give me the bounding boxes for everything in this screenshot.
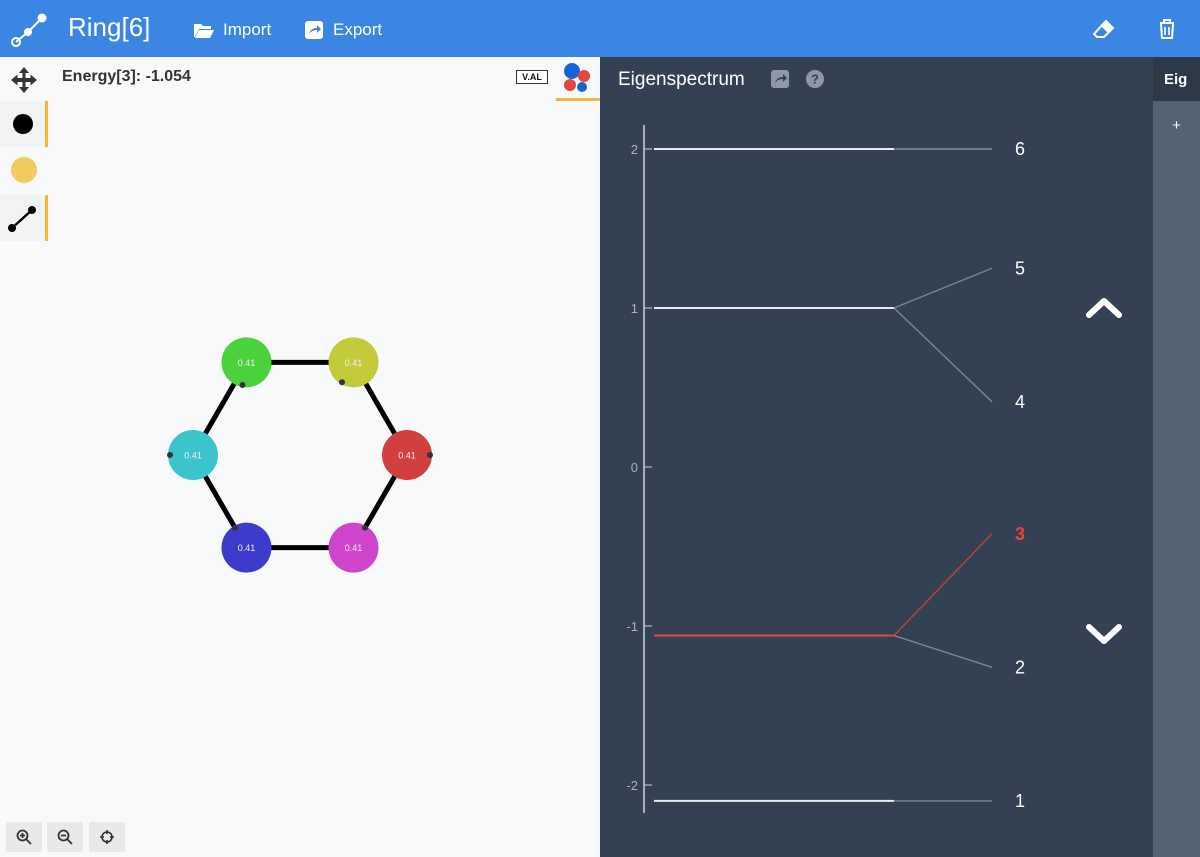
chevron-down-icon[interactable] [1084, 619, 1124, 649]
eigenlevel-label[interactable]: 2 [1015, 657, 1025, 677]
graph-node[interactable]: 0.41 [382, 430, 433, 480]
edge-icon [7, 206, 36, 232]
yellow-node-tool[interactable] [0, 147, 48, 193]
top-bar: Ring[6] Import Export [0, 0, 1200, 57]
eigenspectrum-panel: 2 1 0 -1 -2 6 5 4 3 2 1 Eigenspectrum ? Eig + [600, 57, 1200, 857]
eigenlevel-label[interactable]: 4 [1015, 392, 1025, 412]
node-value-label: 0.41 [184, 451, 202, 461]
export-label: Export [333, 20, 383, 39]
zoom-in-button[interactable] [6, 822, 42, 852]
graph-title[interactable]: Ring[6] [68, 12, 150, 43]
zoom-out-icon [57, 829, 73, 845]
node-value-label: 0.41 [238, 543, 256, 553]
yellow-circle-icon [11, 157, 37, 183]
app-logo-icon [11, 13, 47, 47]
node-value-label: 0.41 [238, 358, 256, 368]
node-value-label: 0.41 [398, 451, 416, 461]
eigenlevel-label[interactable]: 5 [1015, 258, 1025, 278]
ring-graph[interactable]: 0.41 0.41 0.41 0.41 0.41 0.41 [0, 57, 600, 857]
side-column: + [1153, 101, 1200, 857]
move-arrows-icon [11, 67, 37, 93]
value-toggle-button[interactable]: V.AL [516, 70, 548, 84]
color-mode-button[interactable] [556, 57, 600, 101]
level-connector [893, 634, 993, 669]
crosshair-icon [100, 830, 114, 844]
level-connector [893, 533, 993, 637]
import-label: Import [223, 20, 272, 39]
svg-text:?: ? [811, 72, 819, 87]
graph-node[interactable]: 0.41 [167, 430, 218, 480]
eigenlevel-label[interactable]: 6 [1015, 139, 1025, 159]
level-connector [893, 267, 993, 309]
panel-title: Eigenspectrum [618, 69, 745, 90]
zoom-in-icon [16, 829, 32, 845]
axis-tick-label: 2 [631, 142, 638, 157]
node-value-label: 0.41 [345, 543, 363, 553]
node-value-label: 0.41 [345, 358, 363, 368]
export-button[interactable]: Export [303, 18, 382, 42]
eigenlevel-label[interactable]: 3 [1015, 524, 1025, 544]
share-icon [305, 21, 323, 39]
axis-tick-label: 1 [631, 301, 638, 316]
edge-tool[interactable] [0, 195, 48, 241]
zoom-out-button[interactable] [47, 822, 83, 852]
energy-readout: Energy[3]: -1.054 [62, 68, 191, 85]
axis-tick-label: -2 [626, 778, 638, 793]
axis-tick-label: -1 [626, 619, 638, 634]
level-connector [893, 307, 993, 403]
graph-node[interactable]: 0.41 [328, 522, 379, 573]
black-node-tool[interactable] [0, 101, 48, 147]
share-icon[interactable] [770, 69, 790, 89]
graph-node[interactable]: 0.41 [221, 337, 272, 388]
color-dots-icon [564, 63, 590, 92]
graph-node[interactable]: 0.41 [221, 522, 272, 573]
eraser-icon[interactable] [1092, 17, 1116, 41]
folder-open-icon [194, 24, 214, 38]
recenter-button[interactable] [89, 822, 125, 852]
eigenspectrum-plot[interactable]: 2 1 0 -1 -2 6 5 4 3 2 1 [600, 57, 1153, 857]
eigenlevel-label[interactable]: 1 [1015, 791, 1025, 811]
graph-node[interactable]: 0.41 [328, 337, 379, 388]
trash-icon[interactable] [1155, 17, 1179, 41]
black-circle-icon [12, 114, 33, 134]
import-button[interactable]: Import [193, 18, 271, 42]
chevron-up-icon[interactable] [1084, 293, 1124, 323]
help-icon[interactable]: ? [805, 69, 825, 89]
tab-eigenspectrum[interactable]: Eig [1153, 57, 1200, 101]
add-tab-button[interactable]: + [1153, 117, 1200, 134]
axis-tick-label: 0 [631, 460, 638, 475]
move-tool[interactable] [0, 57, 48, 103]
graph-canvas[interactable]: 0.41 0.41 0.41 0.41 0.41 0.41 Energy[3]: -1.0… [0, 57, 600, 857]
